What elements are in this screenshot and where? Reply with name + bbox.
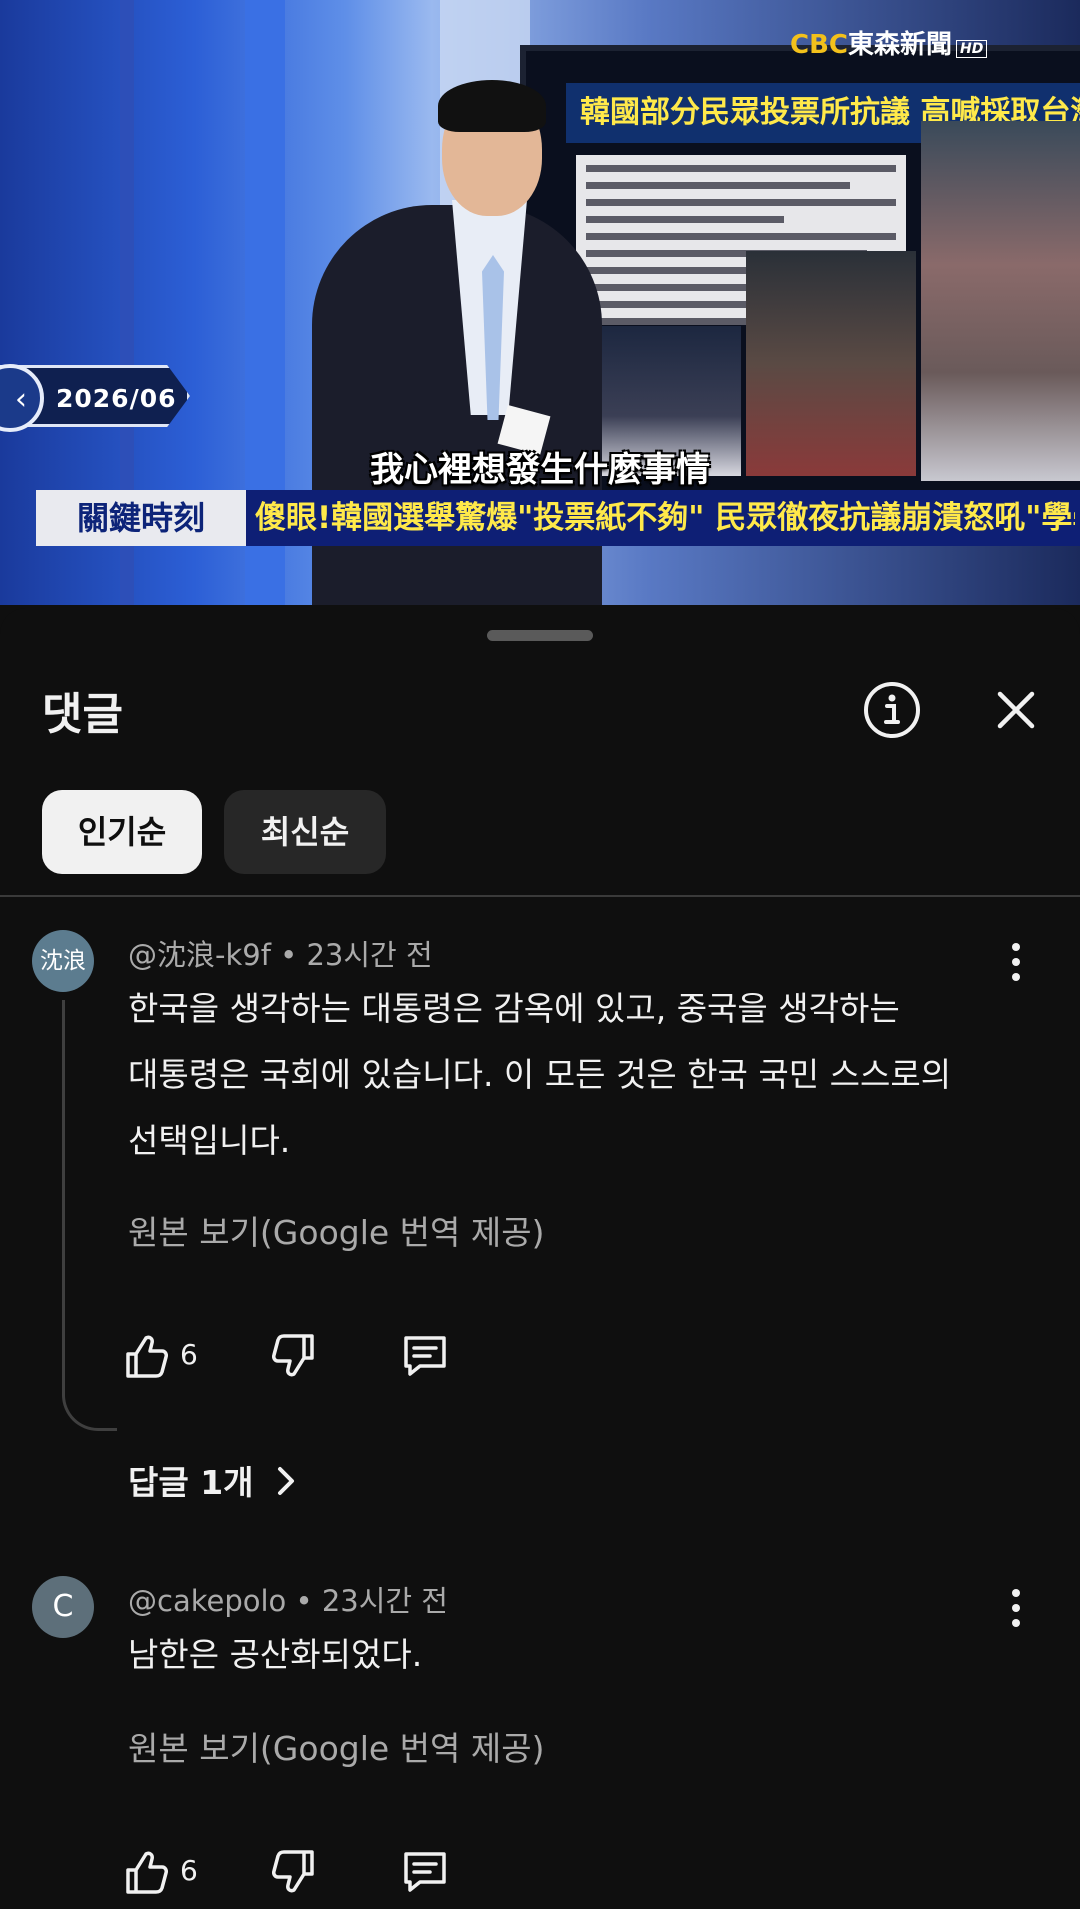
comment-time: 23시간 전 xyxy=(306,938,433,972)
protest-photo xyxy=(921,121,1080,481)
reply-button[interactable] xyxy=(402,1844,450,1900)
anchor-hair xyxy=(438,80,546,132)
thumbs-down-icon xyxy=(272,1850,314,1893)
reply-icon xyxy=(404,1852,446,1892)
comment-author[interactable]: @cakepolo xyxy=(128,1584,286,1618)
thumbs-up-icon xyxy=(126,1851,168,1894)
sort-chip-top[interactable]: 인기순 xyxy=(42,790,202,874)
meta-separator: • xyxy=(295,1584,322,1618)
close-button[interactable] xyxy=(988,682,1044,738)
like-count: 6 xyxy=(180,1854,198,1887)
reply-button[interactable] xyxy=(402,1328,450,1384)
chevron-right-icon xyxy=(278,1467,295,1495)
drag-handle[interactable] xyxy=(487,630,593,641)
replies-toggle[interactable]: 답글 1개 xyxy=(128,1456,301,1504)
comment-text: 한국을 생각하는 대통령은 감옥에 있고, 중국을 생각하는 대통령은 국회에 … xyxy=(128,989,952,1160)
comments-sheet: 댓글 인기순 최신순 沈浪 @沈浪-k9f • 23시간 전 한국을 생각하는 … xyxy=(0,608,1080,1909)
comment-text: 남한은 공산화되었다. xyxy=(128,1635,423,1674)
like-button[interactable]: 6 xyxy=(124,1328,234,1384)
view-original-link[interactable]: 원본 보기(Google 번역 제공) xyxy=(128,1206,544,1254)
reply-thread-line xyxy=(62,1000,117,1431)
comment-meta: @cakepolo • 23시간 전 xyxy=(128,1578,448,1620)
channel-logo: CBC東森新聞 HD xyxy=(790,28,988,62)
thumbs-down-icon xyxy=(272,1334,314,1377)
thumbs-up-icon xyxy=(126,1335,168,1378)
program-label: 關鍵時刻 xyxy=(36,490,246,546)
comment-author[interactable]: @沈浪-k9f xyxy=(128,938,271,972)
avatar[interactable]: C xyxy=(32,1576,94,1638)
reply-icon xyxy=(404,1336,446,1376)
info-button[interactable] xyxy=(860,678,924,742)
news-headline: 傻眼!韓國選舉驚爆"投票紙不夠" 民眾徹夜抗議崩潰怒吼"學學台灣"! xyxy=(255,500,1075,536)
comment-meta: @沈浪-k9f • 23시간 전 xyxy=(128,932,433,974)
like-count: 6 xyxy=(180,1338,198,1371)
comment-time: 23시간 전 xyxy=(321,1584,448,1618)
divider xyxy=(0,895,1080,897)
meta-separator: • xyxy=(280,938,307,972)
view-original-link[interactable]: 원본 보기(Google 번역 제공) xyxy=(128,1722,544,1770)
studio-screen: 韓國部分民眾投票所抗議 高喊採取台灣投 xyxy=(520,45,1080,497)
close-icon xyxy=(997,691,1035,729)
like-button[interactable]: 6 xyxy=(124,1844,234,1900)
info-icon xyxy=(864,682,920,738)
video-player[interactable]: 韓國部分民眾投票所抗議 高喊採取台灣投 CBC東森新聞 HD 2026/06 ‹ … xyxy=(0,0,1080,605)
dislike-button[interactable] xyxy=(272,1844,320,1900)
avatar[interactable]: 沈浪 xyxy=(32,930,94,992)
sort-chip-newest[interactable]: 최신순 xyxy=(224,790,386,874)
dislike-button[interactable] xyxy=(272,1328,320,1384)
video-subtitle: 我心裡想發生什麼事情 xyxy=(370,450,710,490)
sheet-title: 댓글 xyxy=(42,689,123,740)
